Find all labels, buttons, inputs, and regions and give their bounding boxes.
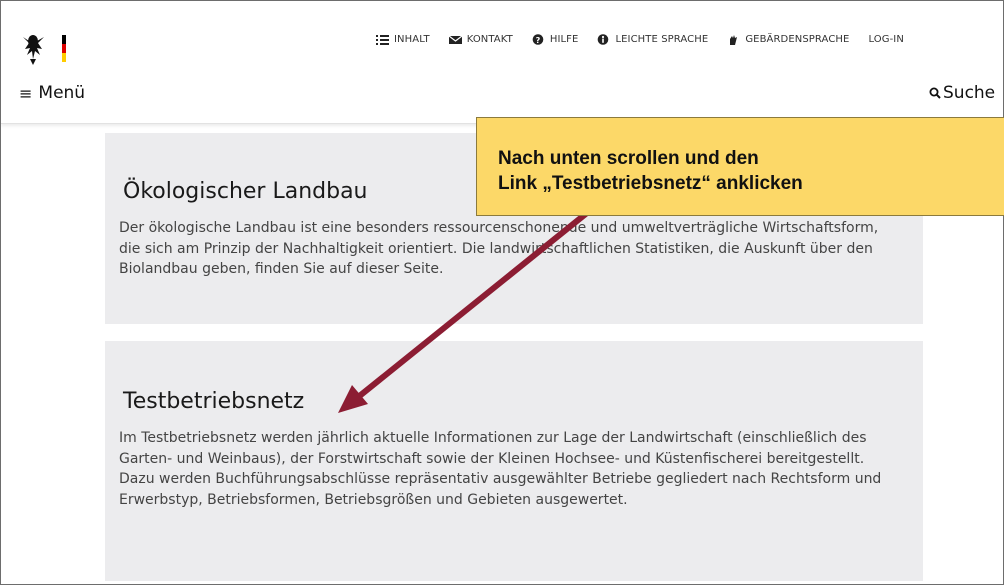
nav-kontakt-label: KONTAKT [466,34,513,45]
callout-line2: Link „Testbetriebsnetz“ anklicken [498,173,803,194]
search-icon [929,87,941,99]
teaser-text: Der ökologische Landbau ist eine besonde… [119,220,879,277]
leichte-sprache-icon [598,34,609,45]
search-label: Suche [943,83,996,103]
nav-gebaerdensprache-label: GEBÄRDENSPRACHE [745,34,850,45]
nav-inhalt-label: INHALT [394,34,430,45]
hand-icon [730,35,738,45]
nav-login-label: LOG-IN [868,34,904,45]
svg-text:?: ? [535,36,540,45]
nav-leichte-sprache-label: LEICHTE SPRACHE [615,34,709,45]
instruction-callout: Nach unten scrollen und den Link „Testbet… [476,117,1004,216]
nav-leichte-sprache[interactable]: LEICHTE SPRACHE [597,34,708,45]
nav-login[interactable]: LOG-IN [868,34,903,45]
site-header: INHALT KONTAKT ? HILFE LEICHTE SPRACHE G… [1,1,1003,124]
callout-text: Nach unten scrollen und den Link „Testbet… [498,146,803,196]
list-icon [376,35,389,45]
nav-hilfe-label: HILFE [549,34,579,45]
nav-hilfe[interactable]: ? HILFE [532,34,579,45]
teaser-text: Im Testbetriebsnetz werden jährlich aktu… [119,430,882,508]
service-navigation: INHALT KONTAKT ? HILFE LEICHTE SPRACHE G… [376,34,923,45]
teaser-title-testbetriebsnetz-link[interactable]: Testbetriebsnetz [123,389,304,414]
browser-frame: INHALT KONTAKT ? HILFE LEICHTE SPRACHE G… [0,0,1004,585]
hamburger-icon: ≡ [19,83,33,103]
nav-inhalt[interactable]: INHALT [376,34,430,45]
nav-gebaerdensprache[interactable]: GEBÄRDENSPRACHE [727,34,849,45]
callout-line1: Nach unten scrollen und den [498,148,759,169]
question-icon: ? [532,34,544,45]
bundesadler-logo[interactable] [21,29,76,67]
teaser-title[interactable]: Ökologischer Landbau [123,179,368,204]
teaser-testbetriebsnetz[interactable]: Testbetriebsnetz Im Testbetriebsnetz wer… [105,341,923,581]
search-button[interactable]: Suche [929,83,995,103]
envelope-icon [448,35,462,44]
menu-button[interactable]: ≡ Menü [19,83,85,103]
menu-label: Menü [38,83,86,103]
nav-kontakt[interactable]: KONTAKT [448,34,513,45]
